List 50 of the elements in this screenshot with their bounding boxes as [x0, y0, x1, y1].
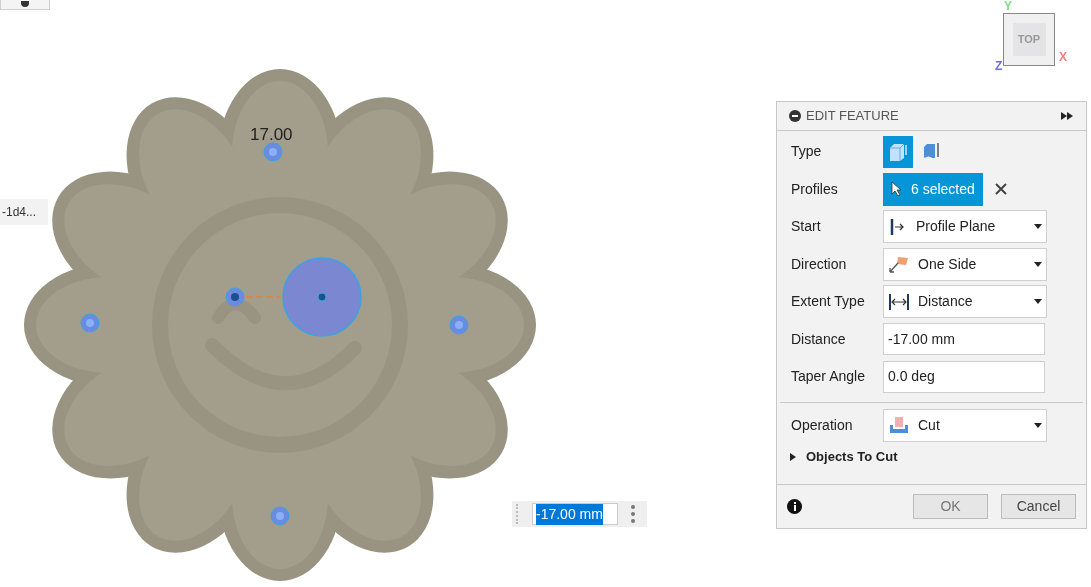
caret-icon [1034, 261, 1042, 267]
field-label: Extent Type [791, 292, 866, 312]
field-label: Type [791, 142, 823, 162]
field-label: Operation [791, 415, 854, 435]
handle-point[interactable] [317, 292, 327, 302]
handle-point[interactable] [270, 506, 290, 526]
cut-icon [888, 415, 910, 436]
dropdown-value: Distance [918, 292, 973, 312]
panel-title: EDIT FEATURE [806, 107, 899, 126]
field-label: Profiles [791, 179, 839, 199]
handle-point[interactable] [80, 313, 100, 333]
minus-icon[interactable] [789, 110, 801, 122]
flag-arrow-icon [888, 254, 910, 275]
dropdown-value: Profile Plane [916, 217, 996, 237]
dropdown-value: One Side [918, 254, 977, 274]
input-field[interactable]: -17.00 mm [883, 323, 1045, 356]
dropdown-field[interactable]: Profile Plane [883, 210, 1047, 244]
distance-icon [888, 291, 910, 312]
axis-label: X [1059, 51, 1067, 63]
handle-point[interactable] [449, 315, 469, 335]
input-field[interactable]: 0.0 deg [883, 360, 1045, 393]
dimension-text: 17.00 [250, 127, 293, 143]
clear-selection-icon[interactable] [994, 183, 1007, 196]
caret-icon [1034, 299, 1042, 305]
type-option[interactable] [883, 135, 913, 168]
cursor-icon [891, 181, 903, 198]
dimension-line [245, 296, 282, 298]
field-label: Taper Angle [791, 367, 866, 387]
more-icon[interactable] [631, 505, 635, 523]
distance-input[interactable]: -17.00 mm [532, 503, 618, 525]
body-tag: -1d4... [0, 199, 49, 225]
dropdown-field[interactable]: Cut [883, 408, 1047, 442]
info-icon[interactable] [787, 499, 802, 514]
section-toggle[interactable]: Objects To Cut [790, 447, 1073, 467]
caret-icon [1034, 422, 1042, 428]
caret-icon [1034, 224, 1042, 230]
handle-point[interactable] [263, 142, 283, 162]
axis-label: Y [1004, 0, 1012, 12]
grip-icon[interactable] [516, 504, 520, 524]
field-label: Distance [791, 329, 847, 349]
expand-icon[interactable] [1061, 112, 1074, 120]
field-label: Direction [791, 254, 848, 274]
axis-label: Z [995, 60, 1003, 72]
dropdown-value: Cut [918, 415, 940, 435]
dialog-button[interactable]: Cancel [1001, 494, 1076, 519]
handle-point[interactable] [225, 287, 245, 307]
field-label: Start [791, 217, 822, 237]
dropdown-field[interactable]: Distance [883, 285, 1047, 319]
dropdown-field[interactable]: One Side [883, 247, 1047, 281]
dialog-button[interactable]: OK [913, 494, 988, 519]
